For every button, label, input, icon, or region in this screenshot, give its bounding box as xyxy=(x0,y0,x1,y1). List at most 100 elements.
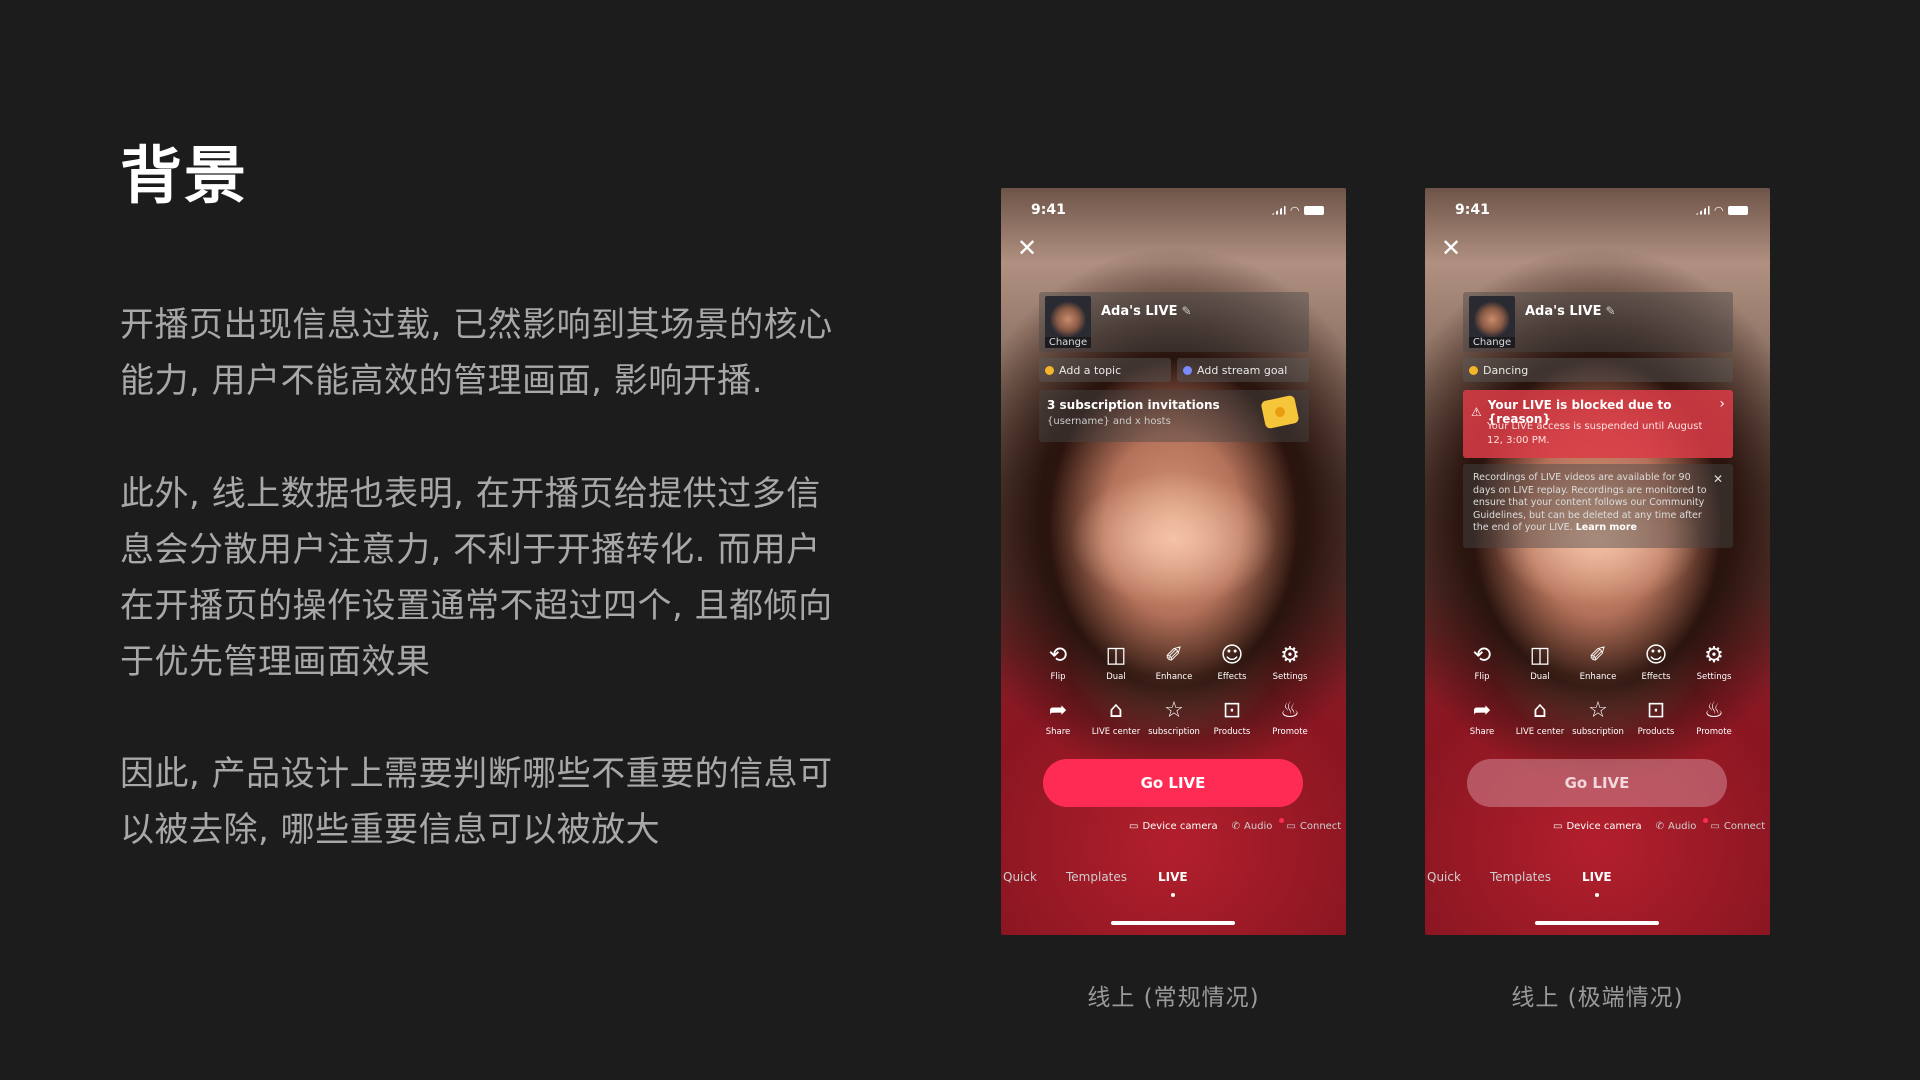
flame-icon: ♨ xyxy=(1704,698,1724,723)
gear-icon: ⚙ xyxy=(1704,643,1724,668)
promote-button[interactable]: ♨ Promote xyxy=(1685,698,1743,738)
wifi-icon: ◠ xyxy=(1290,203,1299,217)
close-icon[interactable]: ✕ xyxy=(1441,236,1461,260)
tab-templates[interactable]: Templates xyxy=(1066,870,1127,884)
pencil-icon[interactable]: ✎ xyxy=(1605,304,1615,318)
topic-icon xyxy=(1045,365,1054,375)
audio-option[interactable]: ✆ Audio xyxy=(1232,821,1273,832)
subscription-button[interactable]: ☆ subscription xyxy=(1145,699,1203,738)
source-selector: ▭ Device camera ✆ Audio ▭ Connect xyxy=(1129,821,1341,832)
live-title[interactable]: Ada's LIVE ✎ xyxy=(1525,304,1616,319)
status-bar: 9:41 ◠ xyxy=(1455,202,1748,218)
dual-button[interactable]: ◫ Dual xyxy=(1511,643,1569,683)
live-center-button[interactable]: ⌂ LIVE center xyxy=(1511,699,1569,738)
tab-live[interactable]: LIVE xyxy=(1582,870,1612,884)
active-tab-indicator xyxy=(1171,893,1175,897)
smiley-icon: ☺ xyxy=(1220,643,1244,668)
tool-row-1: ⟲ Flip ◫ Dual ✐ Enhance ☺ Effects ⚙ Settings xyxy=(1029,643,1319,683)
share-button[interactable]: ➦ Share xyxy=(1453,699,1511,738)
paragraph-overload: 开播页出现信息过载, 已然影响到其场景的核心能力, 用户不能高效的管理画面, 影… xyxy=(120,305,833,401)
home-indicator xyxy=(1535,921,1659,925)
caption-extreme-case: 线上 (极端情况) xyxy=(1511,985,1684,1011)
battery-icon xyxy=(1304,205,1324,215)
go-live-button-disabled[interactable]: Go LIVE xyxy=(1467,759,1727,807)
share-button[interactable]: ➦ Share xyxy=(1029,698,1087,738)
device-camera-option[interactable]: ▭ Device camera xyxy=(1129,821,1218,832)
connect-option[interactable]: ▭ Connect xyxy=(1710,821,1765,832)
house-play-icon: ⌂ xyxy=(1109,698,1123,723)
magic-wand-icon: ✐ xyxy=(1164,643,1184,668)
products-button[interactable]: ⊡ Products xyxy=(1627,698,1685,738)
topic-chip[interactable]: Dancing xyxy=(1463,358,1733,382)
tool-row-2: ➦ Share ⌂ LIVE center ☆ subscription ⊡ Produ… xyxy=(1453,698,1743,738)
wifi-icon: ◠ xyxy=(1714,203,1723,217)
change-cover-label[interactable]: Change xyxy=(1045,337,1091,348)
enhance-button[interactable]: ✐ Enhance xyxy=(1145,643,1203,683)
subscription-title: 3 subscription invitations xyxy=(1047,398,1220,412)
star-badge-icon: ☆ xyxy=(1588,698,1608,723)
screen-icon: ▭ xyxy=(1286,821,1296,832)
replay-notice-text: Recordings of LIVE videos are available … xyxy=(1473,472,1707,533)
products-button[interactable]: ⊡ Products xyxy=(1203,699,1261,738)
live-profile-card[interactable]: Change Ada's LIVE ✎ xyxy=(1463,292,1733,352)
learn-more-link[interactable]: Learn more xyxy=(1576,522,1637,533)
connect-option[interactable]: ▭ Connect xyxy=(1286,821,1341,832)
paragraph-data-evidence: 此外, 线上数据也表明, 在开播页给提供过多信息会分散用户注意力, 不利于开播转… xyxy=(120,474,833,682)
live-title[interactable]: Ada's LIVE ✎ xyxy=(1101,304,1192,319)
enhance-button[interactable]: ✐ Enhance xyxy=(1569,643,1627,683)
subscription-button[interactable]: ☆ subscription xyxy=(1569,698,1627,738)
flip-camera-icon: ⟲ xyxy=(1048,643,1068,668)
tab-templates[interactable]: Templates xyxy=(1490,870,1551,884)
camera-icon: ▭ xyxy=(1129,821,1139,832)
phone-extreme-case: 9:41 ◠ ✕ Change Ada's LIVE ✎ Dancing ⚠ You… xyxy=(1425,188,1770,935)
subscription-desc: {username} and x hosts xyxy=(1047,416,1171,427)
signal-icon xyxy=(1271,205,1286,215)
go-live-button[interactable]: Go LIVE xyxy=(1043,759,1303,807)
flip-button[interactable]: ⟲ Flip xyxy=(1029,643,1087,683)
tab-quick[interactable]: Quick xyxy=(1003,870,1037,884)
chevron-right-icon[interactable]: › xyxy=(1719,396,1725,412)
ticket-icon xyxy=(1260,394,1300,430)
status-bar: 9:41 ◠ xyxy=(1031,202,1324,218)
live-profile-card[interactable]: Change Ada's LIVE ✎ xyxy=(1039,292,1309,352)
pencil-icon[interactable]: ✎ xyxy=(1181,304,1191,318)
settings-button[interactable]: ⚙ Settings xyxy=(1685,643,1743,683)
device-camera-option[interactable]: ▭ Device camera xyxy=(1553,821,1642,832)
subscription-invitations-card[interactable]: 3 subscription invitations {username} an… xyxy=(1039,390,1309,442)
effects-button[interactable]: ☺ Effects xyxy=(1203,643,1261,683)
status-time: 9:41 xyxy=(1455,202,1490,218)
gear-icon: ⚙ xyxy=(1280,643,1300,668)
dual-camera-icon: ◫ xyxy=(1529,643,1551,668)
camera-icon: ▭ xyxy=(1553,821,1563,832)
live-center-button[interactable]: ⌂ LIVE center xyxy=(1087,698,1145,738)
topic-icon xyxy=(1469,365,1478,375)
source-selector: ▭ Device camera ✆ Audio ▭ Connect xyxy=(1553,821,1765,832)
caption-normal-case: 线上 (常规情况) xyxy=(1087,985,1260,1011)
phone-icon: ✆ xyxy=(1231,821,1240,832)
audio-option[interactable]: ✆ Audio xyxy=(1656,821,1697,832)
close-icon[interactable]: ✕ xyxy=(1713,472,1723,486)
tab-live[interactable]: LIVE xyxy=(1158,870,1188,884)
slide-title: 背景 xyxy=(120,139,249,212)
close-icon[interactable]: ✕ xyxy=(1017,236,1037,260)
status-time: 9:41 xyxy=(1031,202,1066,218)
warning-icon: ⚠ xyxy=(1471,405,1482,419)
dual-button[interactable]: ◫ Dual xyxy=(1087,643,1145,683)
change-cover-label[interactable]: Change xyxy=(1469,337,1515,348)
effects-button[interactable]: ☺ Effects xyxy=(1627,644,1685,683)
tab-quick[interactable]: Quick xyxy=(1427,870,1461,884)
shopping-bag-icon: ⊡ xyxy=(1646,698,1666,723)
flip-button[interactable]: ⟲ Flip xyxy=(1453,644,1511,683)
flame-icon: ♨ xyxy=(1280,698,1300,723)
add-topic-chip[interactable]: Add a topic xyxy=(1039,358,1171,382)
alert-desc: Your LIVE access is suspended until Augu… xyxy=(1487,421,1703,446)
goal-icon xyxy=(1183,365,1192,375)
dual-camera-icon: ◫ xyxy=(1105,643,1127,668)
share-arrow-icon: ➦ xyxy=(1048,698,1068,723)
notification-dot xyxy=(1703,818,1708,823)
add-stream-goal-chip[interactable]: Add stream goal xyxy=(1177,358,1309,382)
promote-button[interactable]: ♨ Promote xyxy=(1261,698,1319,738)
magic-wand-icon: ✐ xyxy=(1588,643,1608,668)
settings-button[interactable]: ⚙ Settings xyxy=(1261,643,1319,683)
live-blocked-alert[interactable]: ⚠ Your LIVE is blocked due to {reason} › … xyxy=(1463,390,1733,458)
